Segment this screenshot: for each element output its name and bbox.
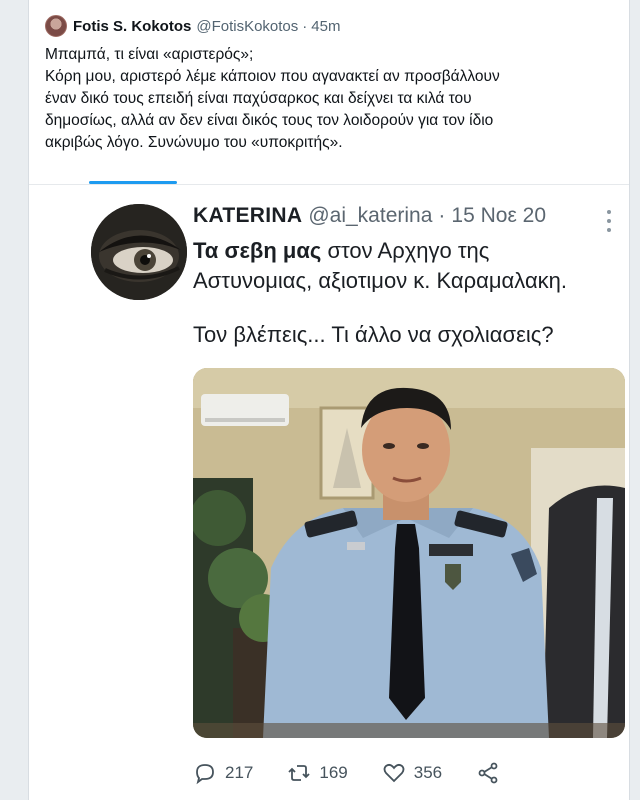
tweet-line: Κόρη μου, αριστερό λέμε κάποιον που αγαν…	[45, 68, 500, 85]
police-officer-photo	[193, 368, 625, 738]
tweet-time[interactable]: 45m	[311, 18, 340, 35]
retweet-count: 169	[319, 763, 348, 782]
share-icon	[478, 762, 498, 784]
author-name[interactable]: Fotis S. Kokotos	[73, 18, 191, 35]
tweet-header: Fotis S. Kokotos @FotisKokotos · 45m	[45, 14, 340, 38]
divider	[29, 184, 629, 185]
author-avatar[interactable]	[45, 15, 67, 37]
tweet-line: έναν δικό τους επειδή είναι παχύσαρκος κ…	[45, 90, 472, 107]
embedded-header: KATERINA @ai_katerina · 15 Νοε 20	[193, 204, 546, 228]
embedded-tweet-screenshot[interactable]: KATERINA @ai_katerina · 15 Νοε 20 Τα σεβ…	[37, 188, 625, 748]
like-button[interactable]: 356	[382, 761, 442, 785]
share-button[interactable]	[476, 761, 508, 785]
embedded-text-line2: Αστυνομιας, αξιοτιμον κ. Καραμαλακη.	[193, 268, 568, 293]
embedded-author-avatar	[91, 204, 187, 300]
tweet-card: Fotis S. Kokotos @FotisKokotos · 45m Μπα…	[28, 0, 630, 800]
embedded-date: 15 Νοε 20	[451, 204, 546, 227]
retweet-button[interactable]: 169	[287, 761, 348, 785]
tweet-text: Μπαμπά, τι είναι «αριστερός»; Κόρη μου, …	[45, 44, 615, 154]
embedded-text: Τα σεβη μας στον Αρχηγο της Αστυνομιας, …	[193, 236, 623, 296]
eye-image	[91, 204, 187, 300]
author-handle[interactable]: @FotisKokotos	[196, 18, 298, 35]
tweet-line: Μπαμπά, τι είναι «αριστερός»;	[45, 46, 254, 63]
tweet-line: ακριβώς λόγο. Συνώνυμο του «υποκριτής».	[45, 134, 343, 151]
like-icon	[383, 763, 405, 783]
embedded-author-name: KATERINA	[193, 204, 303, 227]
header-separator: ·	[302, 17, 308, 35]
reply-count: 217	[225, 763, 254, 782]
embedded-text-rest: στον Αρχηγο της	[321, 238, 490, 263]
reply-icon	[196, 764, 214, 785]
like-count: 356	[413, 763, 443, 782]
tweet-line: δημοσίως, αλλά αν δεν είναι δικός τους τ…	[45, 112, 494, 129]
embedded-separator: ·	[438, 204, 446, 227]
embedded-text-paragraph2: Τον βλέπεις... Τι άλλο να σχολιασεις?	[193, 322, 554, 347]
embedded-author-handle: @ai_katerina	[308, 204, 433, 227]
retweet-icon	[288, 765, 311, 781]
more-icon	[607, 210, 613, 232]
reply-button[interactable]: 217	[193, 761, 253, 785]
officer-photo-image	[193, 368, 625, 738]
action-bar: 217 169 356	[193, 758, 542, 788]
embedded-text-bold: Τα σεβη μας	[193, 238, 322, 263]
